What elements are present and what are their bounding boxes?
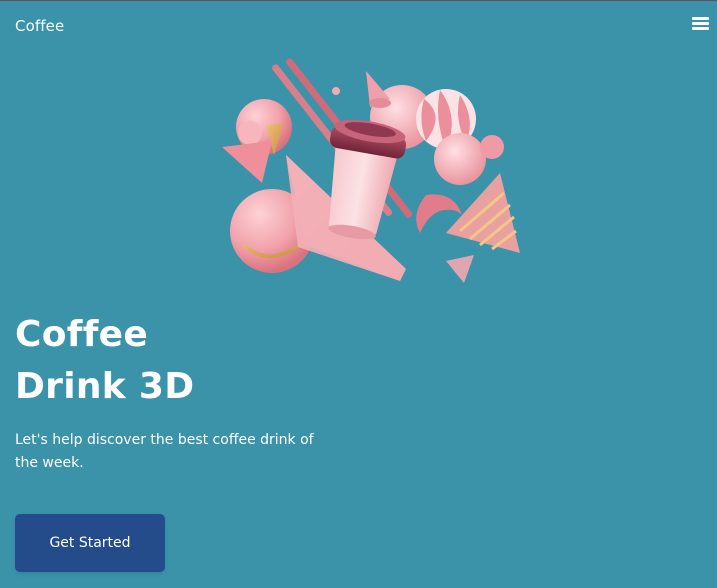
brand-logo[interactable]: Coffee [15,17,64,35]
hero-subtitle: Let's help discover the best coffee drin… [15,432,314,471]
navbar: Coffee [0,1,717,53]
coffee-cup-3d-illustration [222,58,520,283]
hamburger-menu-icon[interactable] [692,17,709,31]
get-started-button[interactable]: Get Started [15,514,165,572]
hero-title: Coffee Drink 3D [15,309,194,413]
hero-title-line-1: Coffee [15,314,149,355]
hero-title-line-2: Drink 3D [15,366,195,407]
